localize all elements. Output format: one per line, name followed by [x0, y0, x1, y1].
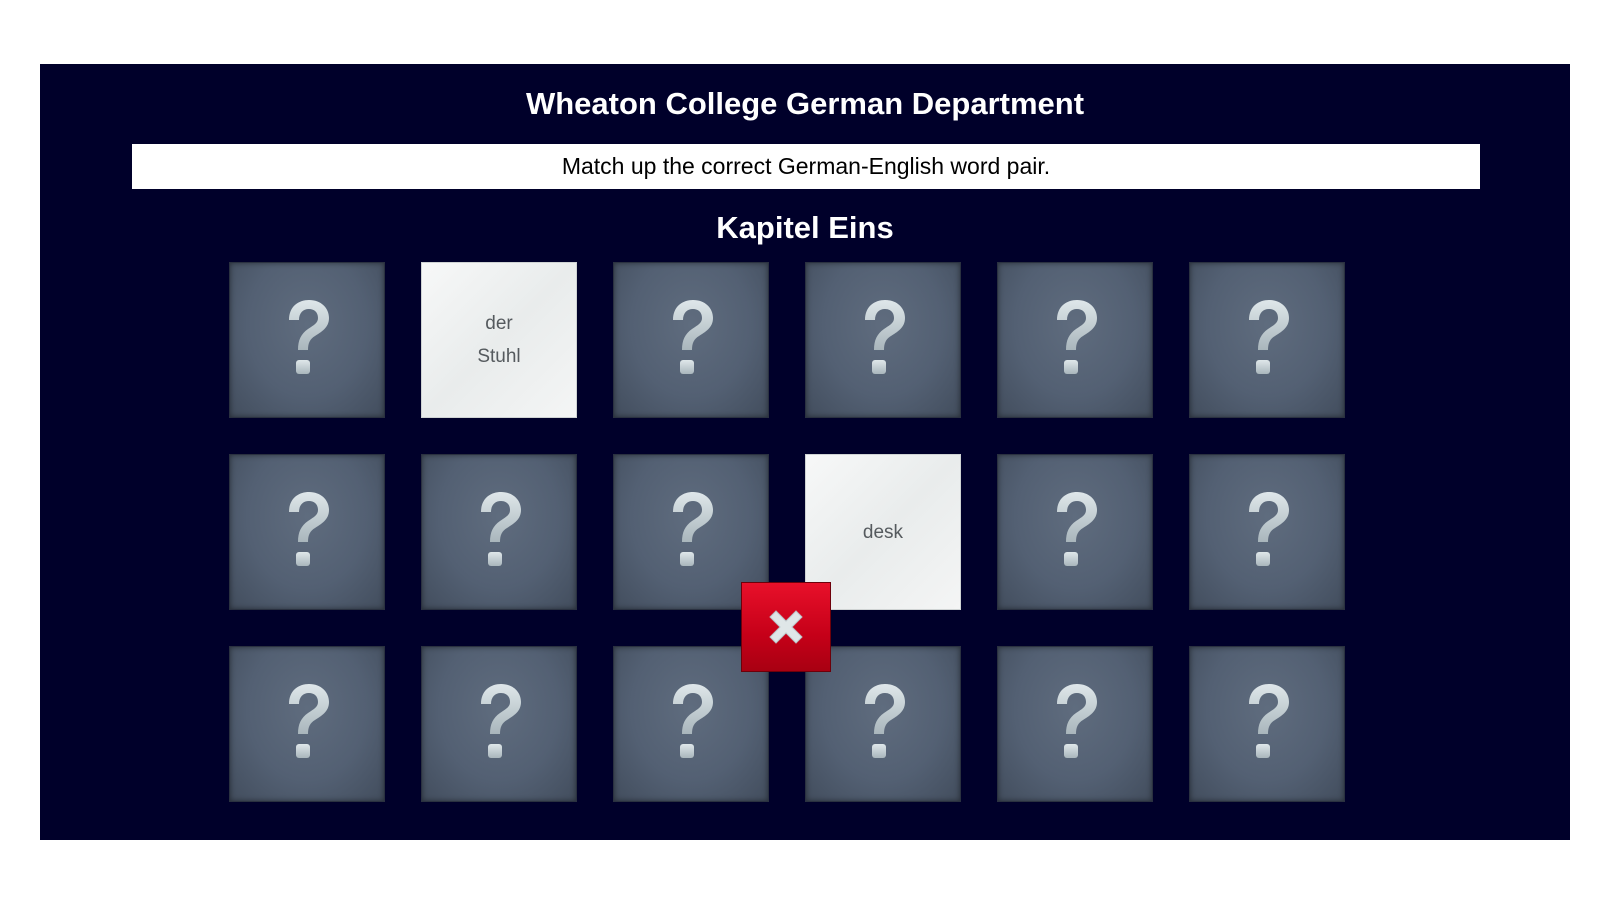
question-mark-icon — [1057, 300, 1097, 374]
memory-card-revealed[interactable]: der Stuhl — [421, 262, 577, 418]
card-back — [806, 263, 960, 417]
card-back — [1190, 647, 1344, 801]
question-mark-icon — [481, 684, 521, 758]
question-mark-icon — [289, 684, 329, 758]
question-mark-icon — [481, 492, 521, 566]
card-word: der Stuhl — [477, 313, 521, 367]
memory-card-hidden[interactable] — [1189, 262, 1345, 418]
question-mark-icon — [289, 300, 329, 374]
memory-card-hidden[interactable] — [421, 454, 577, 610]
question-mark-icon — [673, 684, 713, 758]
card-back — [614, 263, 768, 417]
question-mark-icon — [1249, 300, 1289, 374]
card-back — [998, 455, 1152, 609]
memory-card-hidden[interactable] — [805, 262, 961, 418]
close-icon — [769, 610, 803, 644]
memory-card-hidden[interactable] — [421, 646, 577, 802]
question-mark-icon — [865, 300, 905, 374]
card-back — [998, 647, 1152, 801]
card-grid: der Stuhl desk — [40, 64, 1570, 840]
card-back — [230, 263, 384, 417]
question-mark-icon — [673, 300, 713, 374]
question-mark-icon — [1057, 492, 1097, 566]
wrong-match-badge — [741, 582, 831, 672]
question-mark-icon — [289, 492, 329, 566]
card-back — [1190, 455, 1344, 609]
memory-card-hidden[interactable] — [1189, 454, 1345, 610]
memory-card-hidden[interactable] — [229, 454, 385, 610]
memory-card-hidden[interactable] — [997, 646, 1153, 802]
memory-card-hidden[interactable] — [613, 262, 769, 418]
card-back — [1190, 263, 1344, 417]
memory-card-hidden[interactable] — [229, 646, 385, 802]
memory-card-hidden[interactable] — [229, 262, 385, 418]
question-mark-icon — [1249, 684, 1289, 758]
card-back — [230, 647, 384, 801]
question-mark-icon — [1249, 492, 1289, 566]
memory-card-hidden[interactable] — [997, 262, 1153, 418]
card-back — [230, 455, 384, 609]
card-back — [422, 455, 576, 609]
memory-card-hidden[interactable] — [1189, 646, 1345, 802]
question-mark-icon — [1057, 684, 1097, 758]
memory-card-hidden[interactable] — [997, 454, 1153, 610]
card-back — [998, 263, 1152, 417]
game-panel: Wheaton College German Department Match … — [40, 64, 1570, 840]
question-mark-icon — [673, 492, 713, 566]
card-back — [422, 647, 576, 801]
question-mark-icon — [865, 684, 905, 758]
card-word: desk — [862, 521, 904, 543]
